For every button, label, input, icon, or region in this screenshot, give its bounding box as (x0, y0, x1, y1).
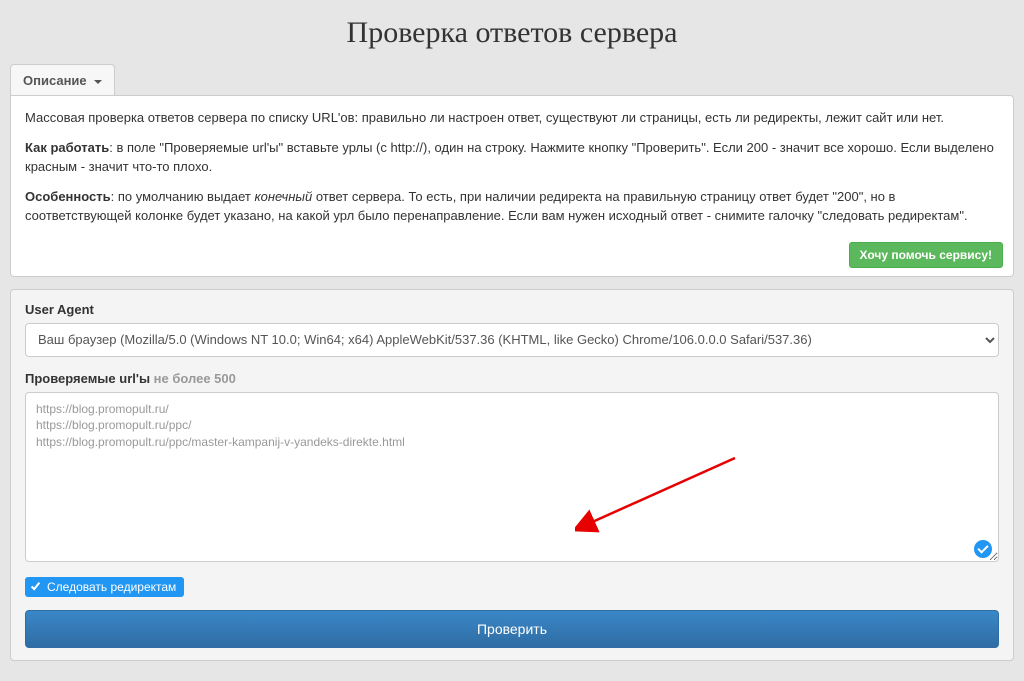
tab-description-label: Описание (23, 73, 87, 88)
follow-redirects-label: Следовать редиректам (47, 580, 176, 594)
check-icon (974, 540, 992, 558)
urls-label-limit: не более 500 (150, 371, 236, 386)
caret-down-icon (94, 80, 102, 84)
follow-redirects-input[interactable] (29, 580, 42, 593)
urls-label-text: Проверяемые url'ы (25, 371, 150, 386)
follow-redirects-checkbox[interactable]: Следовать редиректам (25, 577, 184, 597)
description-paragraph-1: Массовая проверка ответов сервера по спи… (25, 108, 999, 128)
urls-textarea[interactable] (25, 392, 999, 562)
user-agent-select[interactable]: Ваш браузер (Mozilla/5.0 (Windows NT 10.… (25, 323, 999, 357)
urls-label: Проверяемые url'ы не более 500 (25, 371, 999, 386)
form-panel: User Agent Ваш браузер (Mozilla/5.0 (Win… (10, 289, 1014, 662)
tabs-bar: Описание (10, 64, 1014, 96)
description-paragraph-2: Как работать: в поле "Проверяемые url'ы"… (25, 138, 999, 177)
description-p3-part1: : по умолчанию выдает (111, 189, 255, 204)
tab-description[interactable]: Описание (10, 64, 115, 96)
description-paragraph-3: Особенность: по умолчанию выдает конечны… (25, 187, 999, 226)
help-button[interactable]: Хочу помочь сервису! (849, 242, 1003, 268)
description-p2-bold: Как работать (25, 140, 109, 155)
description-p3-em: конечный (255, 189, 313, 204)
description-panel: Массовая проверка ответов сервера по спи… (10, 95, 1014, 277)
description-p3-bold: Особенность (25, 189, 111, 204)
page-title: Проверка ответов сервера (10, 16, 1014, 50)
user-agent-label: User Agent (25, 302, 999, 317)
description-p2-rest: : в поле "Проверяемые url'ы" вставьте ур… (25, 140, 994, 175)
submit-button[interactable]: Проверить (25, 610, 999, 648)
options-row: Следовать редиректам (25, 577, 999, 599)
